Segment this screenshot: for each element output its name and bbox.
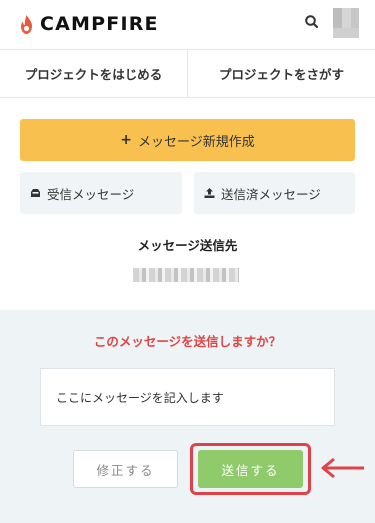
new-message-label: メッセージ新規作成: [137, 134, 255, 150]
inbox-label: 受信メッセージ: [47, 186, 135, 202]
arrow-left-icon: [321, 457, 364, 479]
confirm-panel: このメッセージを送信しますか？ ここにメッセージを記入します 修正する 送信する: [0, 310, 375, 523]
nav-start-project[interactable]: プロジェクトをはじめる: [0, 50, 187, 97]
upload-icon: [204, 188, 215, 198]
destination-title: メッセージ送信先: [137, 238, 238, 253]
nav-find-project[interactable]: プロジェクトをさがす: [187, 50, 375, 97]
destination-name-redacted: [133, 268, 239, 282]
sent-label: 送信済メッセージ: [221, 186, 321, 202]
confirm-question: このメッセージを送信しますか？: [93, 334, 282, 349]
send-button[interactable]: 送信する: [198, 450, 303, 488]
inbox-icon: [31, 189, 40, 197]
avatar[interactable]: [333, 8, 359, 38]
header: CAMPFIRE: [0, 0, 375, 50]
edit-button[interactable]: 修正する: [73, 450, 178, 488]
campfire-logo[interactable]: CAMPFIRE: [19, 13, 159, 35]
search-icon[interactable]: [304, 14, 320, 30]
logo-text: CAMPFIRE: [40, 13, 159, 35]
main-nav: プロジェクトをはじめる プロジェクトをさがす: [0, 50, 375, 98]
plus-icon: +: [120, 132, 132, 148]
new-message-button[interactable]: + メッセージ新規作成: [20, 119, 355, 161]
inbox-button[interactable]: 受信メッセージ: [20, 172, 182, 214]
sent-messages-button[interactable]: 送信済メッセージ: [194, 172, 355, 214]
message-preview: ここにメッセージを記入します: [40, 368, 335, 426]
flame-icon: [21, 14, 32, 34]
